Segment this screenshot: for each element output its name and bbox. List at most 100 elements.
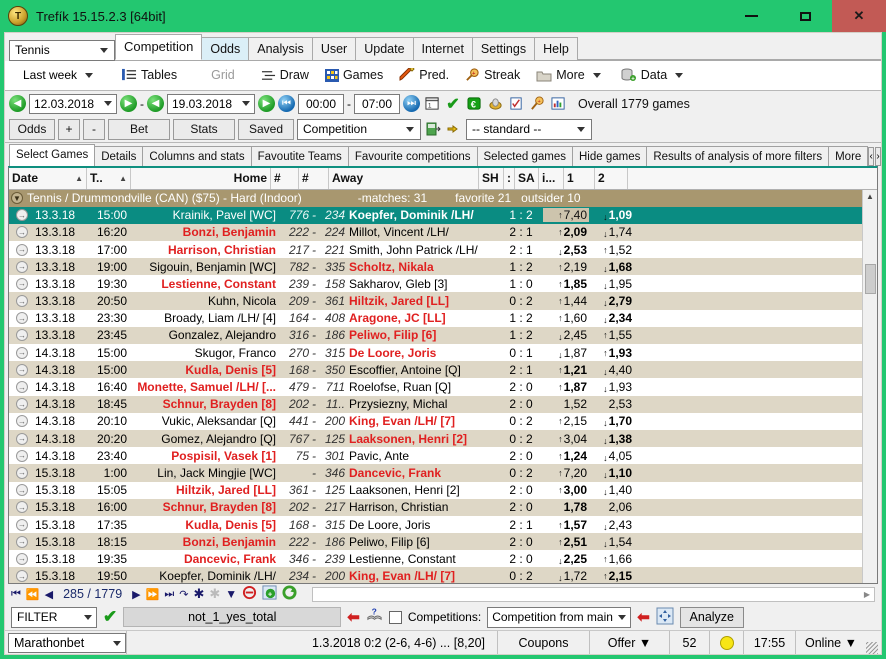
arrow-right-icon[interactable]: →: [16, 398, 28, 410]
arrow-right-icon[interactable]: →: [16, 347, 28, 359]
arrow-right-icon[interactable]: →: [16, 209, 28, 221]
table-row[interactable]: →14.3.1815:00Kudla, Denis [5]168-350Esco…: [9, 361, 862, 378]
offer-dropdown[interactable]: Offer ▼: [590, 631, 670, 654]
row-expand-cell[interactable]: →: [9, 415, 35, 427]
magnifier-plus-icon[interactable]: +: [528, 95, 546, 113]
sort-asc-icon[interactable]: ▲: [75, 174, 83, 183]
table-row[interactable]: →13.3.1823:30Broady, Liam /LH/ [4]164-40…: [9, 310, 862, 327]
next-page-button[interactable]: ▶: [132, 588, 140, 601]
chart-icon[interactable]: [549, 95, 567, 113]
next-date-to-button[interactable]: ▶: [258, 95, 275, 112]
hand-pointer-icon[interactable]: [445, 120, 463, 138]
analyze-button[interactable]: Analyze: [680, 607, 744, 628]
move-icon[interactable]: [656, 607, 674, 628]
prev-page-button[interactable]: ◀: [45, 588, 53, 601]
table-row[interactable]: →13.3.1816:20Bonzi, Benjamin222-224Millo…: [9, 224, 862, 241]
toolbar-button-draw[interactable]: Draw: [254, 66, 316, 84]
toolbar-button-pred[interactable]: Pred.: [392, 66, 456, 84]
scroll-right-icon[interactable]: ▶: [860, 588, 874, 601]
arrow-right-icon[interactable]: →: [16, 364, 28, 376]
calendar-icon[interactable]: 1: [423, 95, 441, 113]
menu-tab-analysis[interactable]: Analysis: [248, 37, 313, 60]
no-entry-icon[interactable]: [242, 585, 257, 603]
row-expand-cell[interactable]: →: [9, 570, 35, 582]
row-expand-cell[interactable]: →: [9, 364, 35, 376]
euro-icon[interactable]: €: [465, 95, 483, 113]
filter-apply-check-icon[interactable]: ✔: [103, 607, 117, 627]
arrow-right-icon[interactable]: →: [16, 450, 28, 462]
arrow-right-icon[interactable]: →: [16, 329, 28, 341]
table-row[interactable]: →13.3.1817:00Harrison, Christian217-221S…: [9, 241, 862, 258]
time-from-input[interactable]: 00:00: [298, 94, 344, 114]
help-book-icon[interactable]: ?: [366, 607, 383, 627]
funnel-icon[interactable]: ▼: [225, 587, 237, 601]
filter-name-field[interactable]: not_1_yes_total: [123, 607, 341, 627]
group-combo[interactable]: Competition: [297, 119, 421, 140]
time-end-button[interactable]: ⏭: [403, 95, 420, 112]
row-expand-cell[interactable]: →: [9, 312, 35, 324]
table-row[interactable]: →15.3.1818:15Bonzi, Benjamin222-186Peliw…: [9, 533, 862, 550]
row-expand-cell[interactable]: →: [9, 278, 35, 290]
bookmaker-combo[interactable]: Marathonbet: [8, 633, 126, 653]
grid-vertical-scrollbar[interactable]: ▲: [862, 190, 877, 585]
row-expand-cell[interactable]: →: [9, 261, 35, 273]
add-icon[interactable]: +: [262, 585, 277, 603]
table-row[interactable]: →14.3.1816:40Monette, Samuel /LH/ [...47…: [9, 378, 862, 395]
table-row[interactable]: →14.3.1820:10Vukic, Aleksandar [Q]441-20…: [9, 413, 862, 430]
row-expand-cell[interactable]: →: [9, 209, 35, 221]
arrow-right-icon[interactable]: →: [16, 312, 28, 324]
row-expand-cell[interactable]: →: [9, 519, 35, 531]
row-expand-cell[interactable]: →: [9, 329, 35, 341]
toolbar-button-more[interactable]: More: [529, 66, 611, 84]
arrow-right-icon[interactable]: →: [16, 484, 28, 496]
tabs-scroll-left-button[interactable]: ‹: [868, 147, 874, 166]
column-header-Home[interactable]: Home: [131, 168, 271, 189]
coin-icon[interactable]: [486, 95, 504, 113]
odds-button-bet[interactable]: Bet: [108, 119, 170, 140]
date-from-input[interactable]: 12.03.2018: [29, 94, 117, 114]
arrow-right-icon[interactable]: →: [16, 536, 28, 548]
resize-grip-icon[interactable]: [866, 642, 878, 654]
toolbar-button-tables[interactable]: Tables: [115, 66, 184, 84]
table-row[interactable]: →15.3.181:00Lin, Jack Mingjie [WC]-346Da…: [9, 464, 862, 481]
time-to-input[interactable]: 07:00: [354, 94, 400, 114]
column-header-col7[interactable]: :: [504, 168, 515, 189]
filter-combo[interactable]: FILTER: [11, 607, 97, 628]
arrow-right-icon[interactable]: →: [16, 553, 28, 565]
row-expand-cell[interactable]: →: [9, 536, 35, 548]
asterisk-icon[interactable]: ✱: [193, 586, 204, 602]
table-row[interactable]: →14.3.1823:40Pospisil, Vasek [1]75-301Pa…: [9, 447, 862, 464]
close-button[interactable]: ✕: [832, 0, 886, 32]
row-expand-cell[interactable]: →: [9, 244, 35, 256]
tab-favoutite-teams[interactable]: Favoutite Teams: [251, 146, 349, 166]
arrow-right-icon[interactable]: →: [16, 295, 28, 307]
sort-asc-icon[interactable]: ▲: [119, 174, 127, 183]
toolbar-button-grid[interactable]: Grid: [204, 66, 242, 84]
row-expand-cell[interactable]: →: [9, 553, 35, 565]
arrow-right-icon[interactable]: →: [16, 278, 28, 290]
menu-tab-odds[interactable]: Odds: [201, 37, 249, 60]
arrow-right-icon[interactable]: →: [16, 261, 28, 273]
odds-button-stats[interactable]: Stats: [173, 119, 235, 140]
column-header-SA[interactable]: SA: [515, 168, 539, 189]
row-expand-cell[interactable]: →: [9, 347, 35, 359]
table-row[interactable]: →15.3.1815:05Hiltzik, Jared [LL]361-125L…: [9, 482, 862, 499]
table-row[interactable]: →14.3.1818:45Schnur, Brayden [8]202-11..…: [9, 396, 862, 413]
odds-button-saved[interactable]: Saved: [238, 119, 294, 140]
collapse-icon[interactable]: ▼: [11, 192, 23, 204]
tab-details[interactable]: Details: [94, 146, 143, 166]
competitions-checkbox[interactable]: [389, 611, 402, 624]
scroll-up-icon[interactable]: ▲: [863, 190, 878, 204]
first-page-button[interactable]: ⏮: [11, 588, 21, 601]
arrow-right-icon[interactable]: →: [16, 244, 28, 256]
column-header-Date[interactable]: Date▲: [9, 168, 87, 189]
table-row[interactable]: →13.3.1820:50Kuhn, Nicola209-361Hiltzik,…: [9, 292, 862, 309]
row-expand-cell[interactable]: →: [9, 381, 35, 393]
column-header-Away[interactable]: Away: [329, 168, 479, 189]
menu-tab-competition[interactable]: Competition: [115, 34, 202, 60]
tab-results-of-analysis-of-more-filters[interactable]: Results of analysis of more filters: [646, 146, 829, 166]
arrow-right-icon[interactable]: →: [16, 501, 28, 513]
arrow-right-icon[interactable]: →: [16, 433, 28, 445]
table-row[interactable]: →15.3.1819:35Dancevic, Frank346-239Lesti…: [9, 550, 862, 567]
table-row[interactable]: →15.3.1817:35Kudla, Denis [5]168-315De L…: [9, 516, 862, 533]
